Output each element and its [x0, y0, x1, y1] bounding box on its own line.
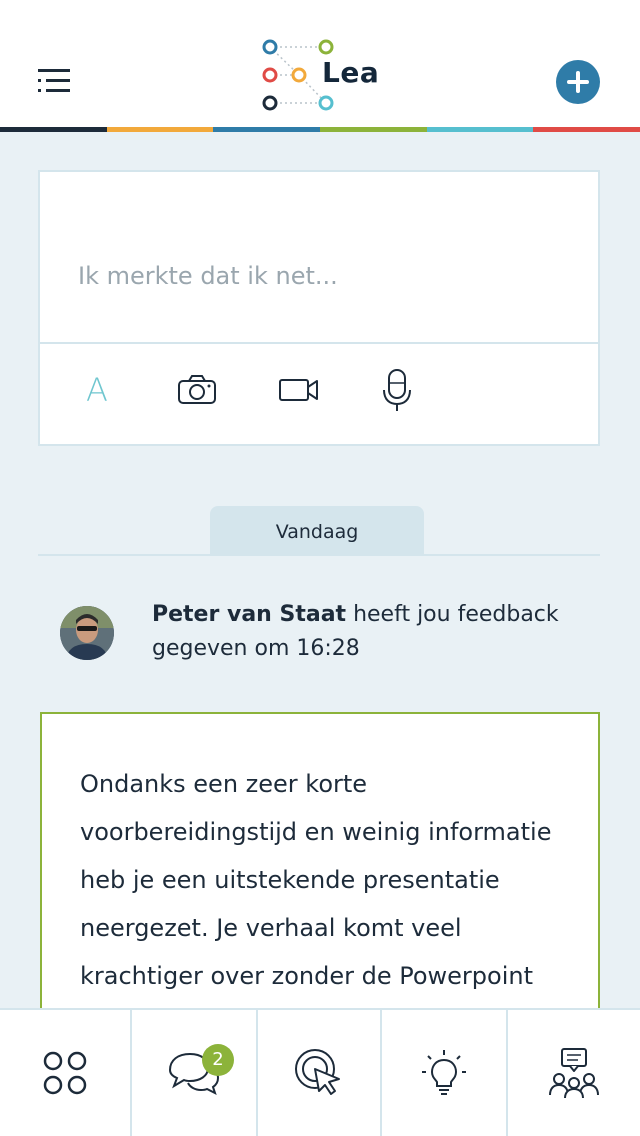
camera-tool-button[interactable] — [172, 368, 222, 412]
nav-item-apps[interactable] — [0, 1010, 132, 1136]
nav-item-ideas[interactable] — [382, 1010, 508, 1136]
video-icon — [279, 379, 318, 401]
microphone-tool-button[interactable] — [372, 368, 422, 412]
note-input[interactable] — [40, 172, 598, 342]
avatar[interactable] — [60, 606, 114, 660]
unread-count-badge: 2 — [202, 1044, 234, 1076]
app-name: Lea — [322, 56, 380, 89]
menu-icon — [38, 69, 70, 92]
composer-divider — [40, 342, 598, 344]
add-button[interactable] — [556, 60, 600, 104]
group-chat-icon — [549, 1048, 599, 1099]
nav-item-goals[interactable] — [258, 1010, 382, 1136]
target-cursor-icon — [295, 1049, 340, 1095]
event-author[interactable]: Peter van Staat — [152, 602, 346, 627]
text-tool-button[interactable]: A — [72, 368, 122, 412]
feedback-text: Ondanks een zeer korte voorbereidingstij… — [80, 770, 552, 990]
day-label: Vandaag — [210, 506, 424, 554]
bottom-navigation: 2 — [0, 1008, 640, 1136]
text-icon: A — [86, 371, 108, 409]
lightbulb-icon — [422, 1050, 466, 1095]
nav-item-groups[interactable] — [508, 1010, 640, 1136]
app-header: Lea — [0, 0, 640, 128]
note-composer: A — [38, 170, 600, 446]
menu-button[interactable] — [38, 66, 72, 96]
day-divider — [38, 554, 600, 556]
feedback-card[interactable]: Ondanks een zeer korte voorbereidingstij… — [40, 712, 600, 1042]
microphone-icon — [383, 369, 411, 411]
feedback-event: Peter van Staat heeft jou feedback gegev… — [152, 598, 592, 666]
brand-color-bar — [0, 127, 640, 132]
apps-grid-icon — [43, 1051, 87, 1095]
nav-item-messages[interactable]: 2 — [132, 1010, 258, 1136]
camera-icon — [178, 375, 216, 404]
user-photo-icon — [60, 606, 114, 660]
video-tool-button[interactable] — [274, 368, 324, 412]
